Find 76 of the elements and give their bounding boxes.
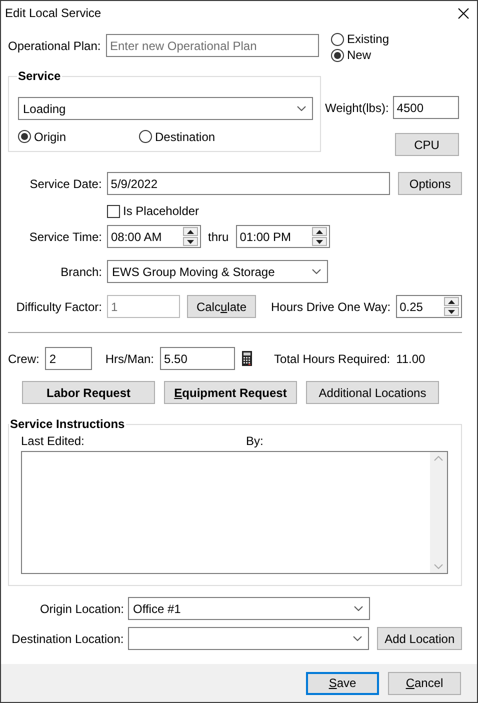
down-arrow-icon: [316, 240, 323, 244]
group-title: Service Instructions: [9, 417, 126, 431]
field-label: Operational Plan:: [8, 38, 102, 52]
radio-indicator[interactable]: [331, 32, 344, 46]
scrollbar[interactable]: [430, 452, 447, 573]
up-arrow-icon: [187, 230, 194, 234]
total-hours-value: 11.00: [396, 352, 426, 366]
footer-button[interactable]: Cancel: [388, 672, 461, 694]
hours-drive-field[interactable]: 0.25: [396, 295, 462, 318]
field-label: Weight(lbs):: [325, 100, 389, 114]
branch-dropdown[interactable]: EWS Group Moving & Storage: [107, 260, 328, 283]
field-label: Service Time:: [28, 230, 102, 244]
down-arrow-icon: [448, 310, 455, 314]
field-label: Hrs/Man:: [105, 352, 154, 366]
hrs-per-man-field[interactable]: 5.50: [160, 347, 236, 370]
group-title: Service: [17, 69, 62, 83]
spin-down-button[interactable]: [444, 307, 459, 316]
spinner-value: 0.25: [398, 300, 424, 314]
cpu-button[interactable]: CPU: [394, 133, 459, 156]
radio-indicator[interactable]: [18, 130, 31, 143]
request-button[interactable]: Equipment Request: [164, 381, 297, 404]
radio-label: Existing: [347, 32, 390, 46]
chevron-icon: [434, 456, 443, 461]
close-icon[interactable]: [458, 8, 469, 18]
field-label: Difficulty Factor:: [15, 300, 102, 314]
options-button[interactable]: Options: [398, 172, 462, 195]
weight-field[interactable]: 4500: [392, 96, 459, 119]
chevron-icon: [354, 606, 363, 611]
field-label: Hours Drive One Way:: [271, 300, 391, 314]
field-label: Origin Location:: [38, 602, 124, 616]
radio-label: Origin: [34, 130, 66, 144]
field-label: Service Date:: [28, 176, 102, 190]
end-time-field[interactable]: 01:00 PM: [236, 225, 330, 248]
down-arrow-icon: [187, 240, 194, 244]
radio-indicator[interactable]: [139, 130, 152, 143]
calculator-icon[interactable]: [242, 351, 252, 366]
radio-label: New: [347, 48, 372, 62]
radio-label: Destination: [155, 130, 216, 144]
difficulty-field[interactable]: 1: [107, 295, 180, 318]
up-arrow-icon: [448, 300, 455, 304]
start-time-field[interactable]: 08:00 AM: [107, 225, 201, 248]
field-label: Crew:: [8, 352, 40, 366]
add-location-button[interactable]: Add Location: [377, 627, 462, 650]
service-dropdown[interactable]: Loading: [18, 97, 313, 120]
field-label: Total Hours Required:: [274, 352, 390, 366]
chevron-icon: [312, 269, 321, 274]
request-button[interactable]: Labor Request: [22, 381, 155, 404]
instructions-textarea[interactable]: [21, 451, 448, 574]
spin-down-button[interactable]: [183, 237, 198, 246]
footer-button[interactable]: Save: [306, 672, 379, 694]
field-label: Last Edited:: [21, 434, 86, 448]
spin-up-button[interactable]: [183, 227, 198, 236]
chevron-icon: [297, 106, 306, 111]
request-button[interactable]: Additional Locations: [306, 381, 439, 404]
chevron-icon: [353, 636, 362, 641]
operational-plan-field[interactable]: Enter new Operational Plan: [106, 34, 319, 57]
up-arrow-icon: [316, 230, 323, 234]
field-label: Destination Location:: [10, 632, 124, 646]
spinner-value: 01:00 PM: [238, 230, 292, 244]
origin-location-dropdown[interactable]: Office #1: [128, 597, 370, 620]
field-label: thru: [208, 230, 229, 244]
calculate-button[interactable]: Calculate: [187, 295, 256, 318]
field-label: Branch:: [60, 264, 102, 278]
window-title: Edit Local Service: [5, 6, 102, 20]
checkbox[interactable]: [107, 204, 120, 218]
service-date-field[interactable]: 5/9/2022: [106, 172, 390, 195]
spin-up-button[interactable]: [444, 297, 459, 306]
radio-indicator[interactable]: [331, 48, 344, 62]
spin-down-button[interactable]: [312, 237, 327, 246]
field-label: By:: [246, 434, 264, 448]
spin-up-button[interactable]: [312, 227, 327, 236]
spinner-value: 08:00 AM: [110, 230, 163, 244]
destination-location-dropdown[interactable]: [128, 627, 370, 650]
chevron-icon: [434, 564, 443, 569]
crew-field[interactable]: 2: [45, 347, 92, 370]
checkbox-label: Is Placeholder: [123, 204, 200, 218]
